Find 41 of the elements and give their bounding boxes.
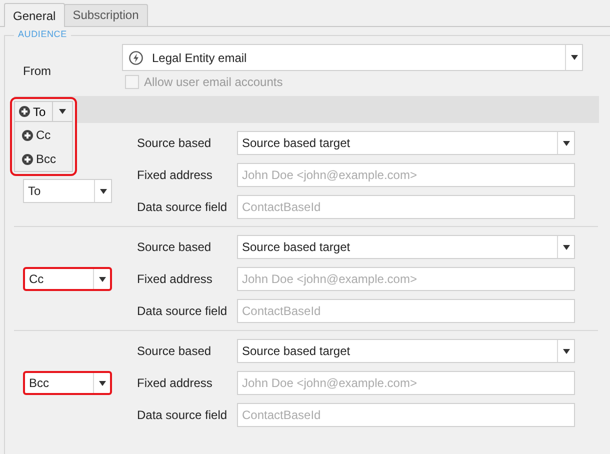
caret-icon <box>562 244 570 250</box>
field-label: Fixed address <box>137 168 214 182</box>
tab[interactable]: Subscription <box>64 4 148 26</box>
caret-icon <box>562 348 570 354</box>
field-label: Data source field <box>137 200 228 214</box>
recipient-type-dropdown[interactable]: To <box>23 179 112 203</box>
field-label: From <box>22 63 52 78</box>
field-label: Data source field <box>137 304 228 318</box>
text-field[interactable]: John Doe <john@example.com> <box>237 371 575 395</box>
caret-icon <box>59 109 66 114</box>
caret-icon <box>98 276 106 282</box>
recipient-type-dropdown[interactable]: Cc <box>23 267 112 291</box>
lightning-icon <box>129 50 143 64</box>
checkbox-label: Allow user email accounts <box>144 75 283 89</box>
text-field[interactable]: John Doe <john@example.com> <box>237 163 575 187</box>
text-field[interactable]: John Doe <john@example.com> <box>237 267 575 291</box>
recipient-type-dropdown[interactable]: Bcc <box>23 371 112 395</box>
field-label: Source based <box>137 240 212 254</box>
section-legend: AUDIENCE <box>14 29 71 39</box>
field-label: Source based <box>137 344 212 358</box>
tab[interactable]: General <box>4 3 65 27</box>
source-dropdown[interactable]: Source based target <box>237 235 575 259</box>
text-field[interactable]: ContactBaseId <box>237 299 575 323</box>
field-label: Fixed address <box>137 272 214 286</box>
source-dropdown[interactable]: Source based target <box>237 339 575 363</box>
caret-icon <box>570 55 578 60</box>
caret-icon <box>562 140 570 146</box>
field-label: Data source field <box>137 408 228 422</box>
text-field[interactable]: ContactBaseId <box>237 195 575 219</box>
menu-item[interactable]: Cc <box>15 123 72 147</box>
field-label: Source based <box>137 136 212 150</box>
plus-icon <box>22 154 33 164</box>
text-field[interactable]: ContactBaseId <box>237 403 575 427</box>
plus-icon <box>22 130 33 140</box>
plus-icon <box>19 106 30 117</box>
caret-icon <box>98 380 106 386</box>
from-dropdown[interactable]: Legal Entity email <box>122 44 583 71</box>
caret-icon <box>100 188 106 194</box>
source-dropdown[interactable]: Source based target <box>237 131 575 155</box>
menu-item[interactable]: Bcc <box>15 147 72 171</box>
field-label: Fixed address <box>137 376 214 390</box>
